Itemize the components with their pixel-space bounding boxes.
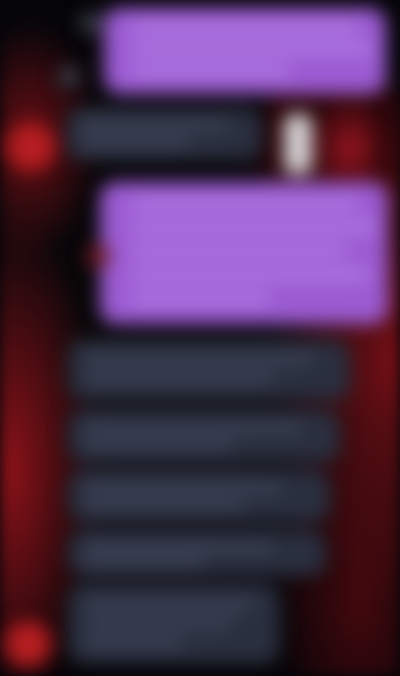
message-text (84, 422, 304, 432)
message-text (84, 374, 274, 384)
message-text (130, 294, 270, 304)
message-text (84, 500, 244, 510)
incoming-message-bubble[interactable] (68, 530, 326, 576)
message-text (84, 482, 284, 492)
incoming-message-bubble[interactable] (68, 410, 340, 462)
message-text (84, 440, 234, 450)
contact-avatar[interactable] (6, 622, 50, 666)
message-text (84, 354, 314, 364)
incoming-message-bubble[interactable] (68, 340, 350, 400)
sender-avatar[interactable] (80, 12, 102, 34)
chat-feed[interactable] (0, 0, 400, 676)
message-text (84, 618, 234, 628)
outgoing-message-bubble[interactable] (104, 8, 386, 94)
message-text (84, 638, 184, 648)
outgoing-message-bubble[interactable] (100, 182, 388, 324)
message-text (130, 44, 374, 54)
incoming-message-bubble[interactable] (68, 584, 280, 664)
incoming-message-bubble[interactable] (68, 470, 330, 522)
message-text (84, 542, 274, 552)
message-text (84, 558, 204, 568)
incoming-message-bubble[interactable] (66, 108, 262, 160)
sender-avatar[interactable] (86, 244, 110, 268)
message-photo[interactable] (270, 94, 396, 176)
message-text (130, 198, 360, 208)
message-text (84, 598, 254, 608)
photo-subject (284, 114, 312, 174)
contact-avatar[interactable] (8, 124, 54, 170)
message-text (130, 66, 290, 76)
message-text (80, 138, 190, 148)
message-text (130, 22, 360, 32)
message-text (80, 120, 230, 130)
message-text (130, 246, 348, 256)
message-text (130, 222, 376, 232)
sender-avatar[interactable] (58, 66, 80, 88)
message-text (130, 270, 370, 280)
